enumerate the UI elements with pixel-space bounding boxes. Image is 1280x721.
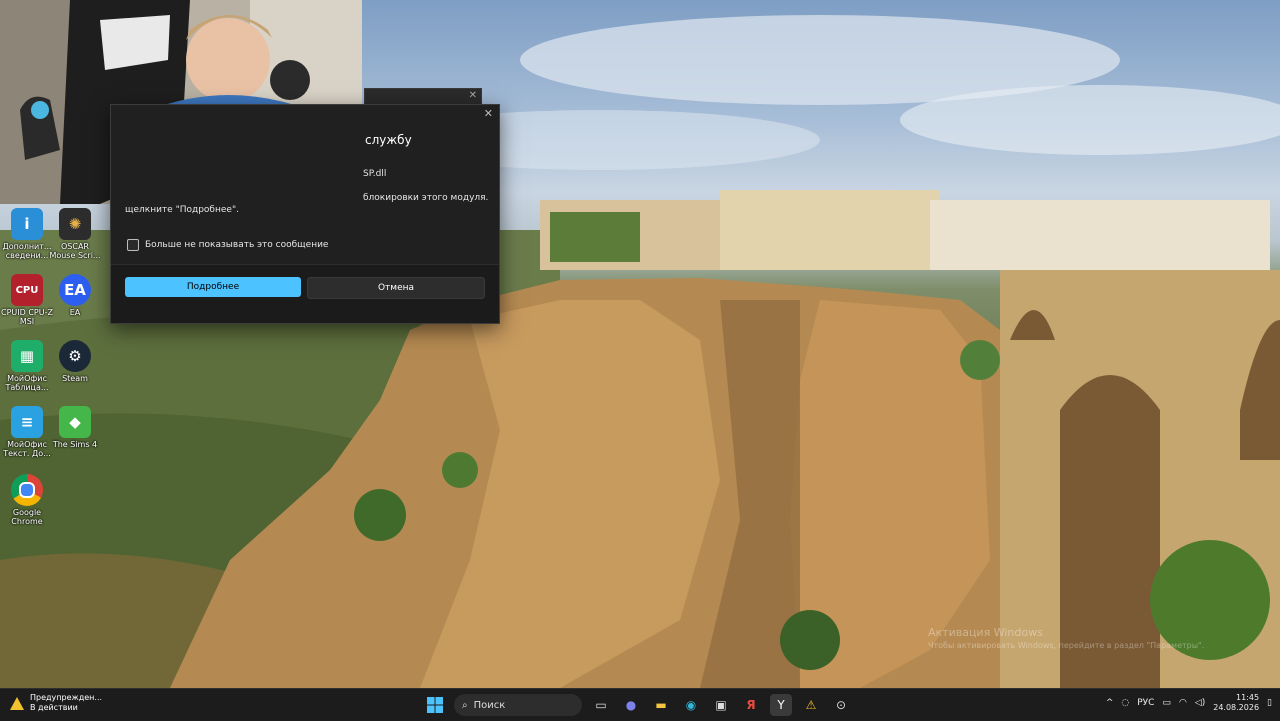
warning-notification[interactable]: Предупрежден... В действии — [10, 693, 102, 713]
store-icon[interactable]: ▣ — [710, 694, 732, 716]
clock[interactable]: 11:45 24.08.2026 — [1213, 693, 1259, 713]
desktop-icon-label: Дополнит... сведени... — [2, 242, 52, 260]
watermark-text: Чтобы активировать Windows, перейдите в … — [928, 641, 1205, 650]
sims-icon: ◆ — [59, 406, 91, 438]
warning-icon — [10, 696, 24, 710]
desktop-icon-label: Steam — [62, 374, 88, 383]
file-explorer-icon[interactable]: ▬ — [650, 694, 672, 716]
edge-icon[interactable]: ◉ — [680, 694, 702, 716]
close-icon[interactable]: ✕ — [469, 90, 477, 101]
dialog-footer: Подробнее Отмена — [111, 264, 499, 323]
monitor-icon[interactable]: ▭ — [1162, 698, 1171, 708]
desktop-icon-myoffice-table[interactable]: ▦ МойОфис Таблица... — [0, 340, 54, 392]
desktop-icon-label: МойОфис Таблица... — [5, 374, 49, 392]
chrome-icon — [11, 474, 43, 506]
dont-show-again-checkbox[interactable] — [127, 239, 139, 251]
notification-text: Предупрежден... В действии — [30, 693, 103, 712]
clock-date: 24.08.2026 — [1213, 703, 1260, 712]
windows-icon — [427, 697, 443, 713]
desktop-icon-ea[interactable]: EA EA — [48, 274, 102, 317]
watermark-title: Активация Windows — [928, 626, 1043, 639]
desktop-icon-label: EA — [69, 308, 81, 317]
cpuz-icon: CPU — [11, 274, 43, 306]
desktop-icon-myoffice-text[interactable]: ≡ МойОфис Текст. До... — [0, 406, 54, 458]
language-indicator[interactable]: РУС — [1137, 698, 1154, 708]
warning-dialog: ✕ службу SP.dll блокировки этого модуля.… — [110, 104, 500, 324]
start-button[interactable] — [424, 694, 446, 716]
search-placeholder: Поиск — [473, 699, 506, 711]
chevron-up-icon[interactable]: ^ — [1106, 698, 1114, 708]
wifi-icon[interactable]: ◠ — [1179, 698, 1187, 708]
ea-icon: EA — [59, 274, 91, 306]
warning-app-icon[interactable]: ⚠ — [800, 694, 822, 716]
obs-icon[interactable]: ⊙ — [830, 694, 852, 716]
dialog-text-line: щелкните "Подробнее". — [125, 205, 239, 215]
desktop-icon-label: OSCAR Mouse Scri... — [49, 242, 101, 260]
clock-time: 11:45 — [1235, 693, 1260, 702]
desktop-icon-cpuz[interactable]: CPU CPUID CPU-Z MSI — [0, 274, 54, 326]
desktop-icon-chrome[interactable]: Google Chrome — [0, 474, 54, 526]
volume-icon[interactable]: ◁) — [1195, 698, 1205, 708]
dialog-text-line: блокировки этого модуля. — [363, 193, 489, 203]
desktop-icon-oscar[interactable]: ✺ OSCAR Mouse Scri... — [48, 208, 102, 260]
taskbar-apps: ⌕ Поиск ▭ ● ▬ ◉ ▣ Я Y ⚠ ⊙ — [424, 693, 852, 717]
desktop-icon-label: Google Chrome — [11, 508, 43, 526]
desktop-icon-label: The Sims 4 — [52, 440, 98, 449]
task-view-icon[interactable]: ▭ — [590, 694, 612, 716]
dialog-text-line: SP.dll — [363, 169, 387, 179]
notifications-icon[interactable]: ▯ — [1267, 698, 1272, 708]
steam-icon: ⚙ — [59, 340, 91, 372]
yandex-icon[interactable]: Я — [740, 694, 762, 716]
teams-icon[interactable]: ● — [620, 694, 642, 716]
myoffice-text-icon: ≡ — [11, 406, 43, 438]
search-icon: ⌕ — [462, 699, 468, 711]
oscar-icon: ✺ — [59, 208, 91, 240]
desktop-icon-label: CPUID CPU-Z MSI — [1, 308, 53, 326]
taskbar: Предупрежден... В действии ⌕ Поиск ▭ ● ▬… — [0, 688, 1280, 721]
info-icon: i — [11, 208, 43, 240]
desktop-icon-steam[interactable]: ⚙ Steam — [48, 340, 102, 383]
taskbar-search[interactable]: ⌕ Поиск — [454, 694, 582, 716]
desktop-icon-additional-info[interactable]: i Дополнит... сведени... — [0, 208, 54, 260]
dialog-title: службу — [365, 133, 412, 147]
network-tray-icon[interactable]: ◌ — [1121, 698, 1129, 708]
cancel-button[interactable]: Отмена — [307, 277, 485, 299]
desktop-icon-label: МойОфис Текст. До... — [3, 440, 51, 458]
myoffice-table-icon: ▦ — [11, 340, 43, 372]
activation-watermark: Активация Windows Чтобы активировать Win… — [928, 626, 1204, 650]
system-tray: ^ ◌ РУС ▭ ◠ ◁) 11:45 24.08.2026 ▯ — [1106, 693, 1272, 713]
dont-show-again-row[interactable]: Больше не показывать это сообщение — [127, 239, 328, 251]
yandex-browser-icon[interactable]: Y — [770, 694, 792, 716]
close-icon[interactable]: ✕ — [484, 107, 493, 120]
checkbox-label: Больше не показывать это сообщение — [145, 240, 329, 250]
details-button[interactable]: Подробнее — [125, 277, 301, 297]
desktop-icon-sims[interactable]: ◆ The Sims 4 — [48, 406, 102, 449]
